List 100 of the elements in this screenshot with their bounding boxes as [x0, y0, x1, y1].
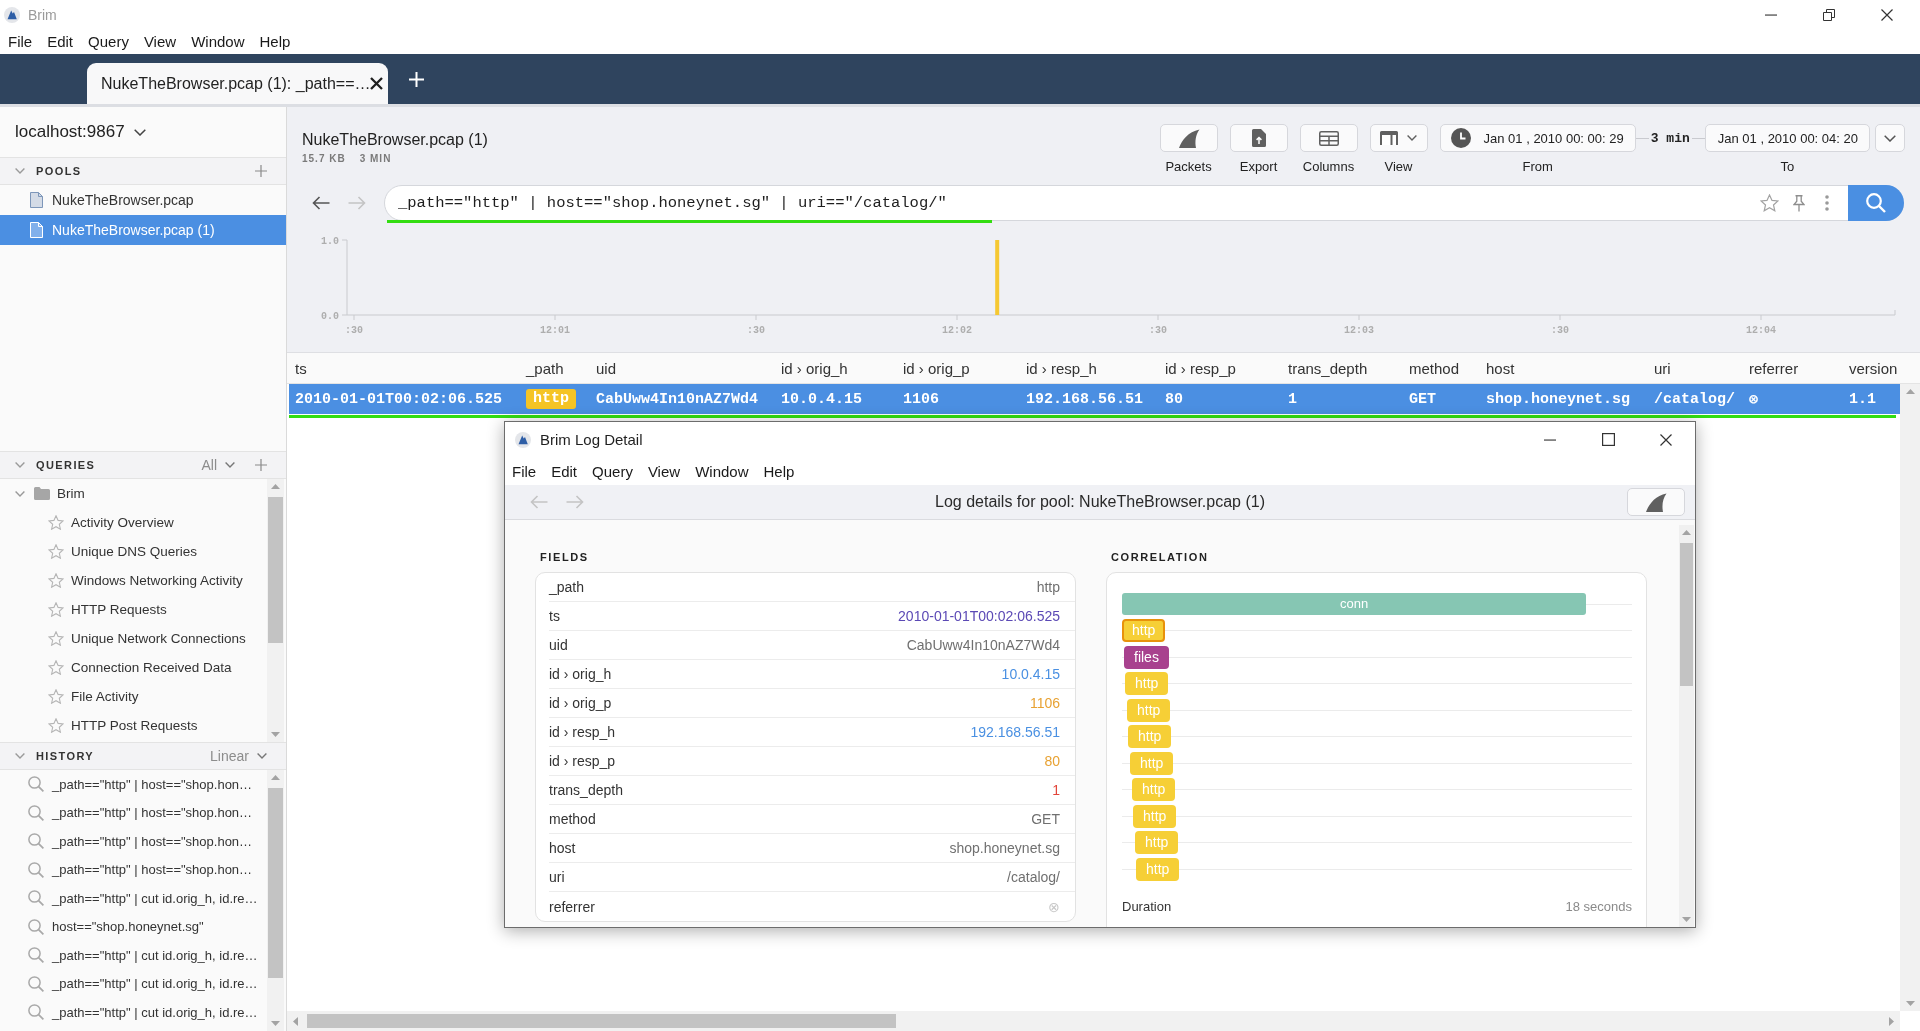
axis-label: :30 — [1149, 325, 1167, 336]
menu-item[interactable]: File — [512, 462, 537, 480]
saved-search-item[interactable]: Unique Network Connections — [0, 624, 267, 653]
view-button[interactable] — [1369, 124, 1428, 152]
scrollbar[interactable] — [1679, 525, 1694, 927]
scrollbar[interactable] — [267, 479, 284, 742]
pool-item[interactable]: NukeTheBrowser.pcap — [0, 185, 286, 215]
menu-item[interactable]: Help — [259, 33, 291, 50]
pin-icon[interactable] — [1793, 194, 1805, 212]
saved-search-item[interactable]: Connection Received Data — [0, 653, 267, 682]
scrollbar-thumb[interactable] — [268, 788, 283, 978]
chevron-down-icon[interactable] — [15, 753, 25, 759]
scrollbar[interactable] — [1900, 384, 1920, 1011]
menu-item[interactable]: View — [647, 462, 681, 480]
close-icon[interactable] — [1881, 8, 1893, 21]
columns-button[interactable] — [1299, 124, 1358, 152]
scrollbar-thumb[interactable] — [307, 1014, 896, 1028]
menu-item[interactable]: Edit — [551, 462, 578, 480]
search-field[interactable]: _path=="http" | host=="shop.honeynet.sg" | uri=="/catalog/" — [384, 185, 1904, 221]
scroll-up-icon[interactable] — [1682, 530, 1691, 535]
scrollbar-thumb[interactable] — [1680, 543, 1693, 686]
log-tag[interactable]: files — [1124, 645, 1169, 669]
column-header[interactable]: id › orig_p — [897, 359, 1020, 377]
dropdown-button[interactable] — [1875, 124, 1905, 152]
menu-item[interactable]: File — [8, 33, 33, 50]
saved-search-item[interactable]: Activity Overview — [0, 508, 267, 537]
history-item[interactable]: _path=="http" | cut id.orig_h, id.re… — [0, 998, 267, 1027]
scroll-left-icon[interactable] — [293, 1016, 298, 1026]
column-header[interactable]: _path — [520, 359, 590, 377]
pool-size: 15.7 KB — [302, 153, 346, 164]
minimize-icon[interactable] — [1765, 13, 1777, 16]
tab[interactable]: NukeTheBrowser.pcap (1): _path==… — [87, 63, 388, 104]
history-item[interactable]: _path=="http" | cut id.orig_h, id.re… — [0, 969, 267, 998]
chevron-down-icon[interactable] — [15, 462, 25, 468]
history-item[interactable]: _path=="http" | host=="shop.hon… — [0, 798, 267, 827]
column-header[interactable]: id › resp_h — [1020, 359, 1159, 377]
more-icon[interactable] — [1825, 195, 1829, 211]
search-button[interactable] — [1848, 185, 1904, 221]
menu-item[interactable]: View — [143, 33, 177, 50]
history-item[interactable]: _path=="http" | host=="shop.hon… — [0, 855, 267, 884]
date-picker-button[interactable]: Jan 01 , 2010 00: 04: 20 — [1704, 124, 1870, 152]
scroll-up-icon[interactable] — [271, 775, 280, 780]
menu-item[interactable]: Window — [191, 33, 245, 50]
scroll-down-icon[interactable] — [1905, 1001, 1915, 1006]
histogram-bar[interactable] — [995, 240, 1000, 315]
column-header[interactable]: id › orig_h — [775, 359, 897, 377]
column-header[interactable]: uri — [1648, 359, 1743, 377]
column-header[interactable]: id › resp_p — [1159, 359, 1282, 377]
star-icon[interactable] — [1760, 194, 1779, 212]
column-header[interactable]: method — [1403, 359, 1480, 377]
menu-item[interactable]: Edit — [47, 33, 74, 50]
export-button[interactable] — [1229, 124, 1288, 152]
saved-search-item[interactable]: Unique DNS Queries — [0, 537, 267, 566]
column-header[interactable]: referrer — [1743, 359, 1843, 377]
chevron-down-icon[interactable] — [15, 168, 25, 174]
scroll-right-icon[interactable] — [1889, 1016, 1894, 1026]
menu-item[interactable]: Query — [88, 33, 129, 50]
minimize-icon[interactable] — [1544, 438, 1556, 441]
field-name: uid — [549, 637, 568, 653]
saved-search-item[interactable]: Windows Networking Activity — [0, 566, 267, 595]
chevron-down-icon — [1884, 134, 1896, 142]
column-header[interactable]: ts — [289, 359, 520, 377]
column-header[interactable]: trans_depth — [1282, 359, 1403, 377]
close-icon[interactable] — [370, 77, 384, 90]
back-arrow-icon[interactable] — [312, 196, 330, 210]
scroll-down-icon[interactable] — [1682, 917, 1691, 922]
scrollbar-thumb[interactable] — [268, 497, 283, 643]
scroll-down-icon[interactable] — [271, 1021, 280, 1026]
saved-search-item[interactable]: HTTP Requests — [0, 595, 267, 624]
history-item[interactable]: _path=="http" | cut id.orig_h, id.re… — [0, 884, 267, 913]
star-icon — [48, 544, 64, 559]
folder-item[interactable]: Brim — [0, 479, 267, 508]
maximize-icon[interactable] — [1601, 433, 1615, 446]
column-header[interactable]: uid — [590, 359, 775, 377]
scroll-up-icon[interactable] — [271, 484, 280, 489]
field-name: method — [549, 811, 596, 827]
history-item[interactable]: _path=="http" | cut id.orig_h, id.re… — [0, 941, 267, 970]
date-picker-button[interactable]: Jan 01 , 2010 00: 00: 29 — [1439, 124, 1636, 152]
close-icon[interactable] — [1660, 433, 1672, 446]
folder-icon — [34, 487, 50, 500]
packets-button[interactable] — [1159, 124, 1218, 152]
workspace-selector[interactable]: localhost:9867 — [15, 122, 146, 142]
column-header[interactable]: host — [1480, 359, 1648, 377]
scrollbar[interactable] — [287, 1011, 1900, 1031]
column-header[interactable]: version — [1843, 359, 1900, 377]
scroll-down-icon[interactable] — [271, 732, 280, 737]
saved-search-item[interactable]: HTTP Post Requests — [0, 711, 267, 740]
menu-item[interactable]: Query — [592, 462, 633, 480]
history-item[interactable]: _path=="http" | host=="shop.hon… — [0, 770, 267, 799]
scrollbar[interactable] — [267, 770, 284, 1031]
section-title: QUERIES — [36, 459, 96, 471]
scroll-up-icon[interactable] — [1905, 389, 1915, 394]
restore-icon[interactable] — [1823, 8, 1835, 21]
packets-button[interactable] — [1627, 488, 1685, 516]
menu-item[interactable]: Help — [763, 462, 795, 480]
menu-item[interactable]: Window — [695, 462, 749, 480]
saved-search-item[interactable]: File Activity — [0, 682, 267, 711]
history-item[interactable]: host=="shop.honeynet.sg" — [0, 912, 267, 941]
chevron-down-icon[interactable] — [15, 490, 25, 497]
history-item[interactable]: _path=="http" | host=="shop.hon… — [0, 827, 267, 856]
